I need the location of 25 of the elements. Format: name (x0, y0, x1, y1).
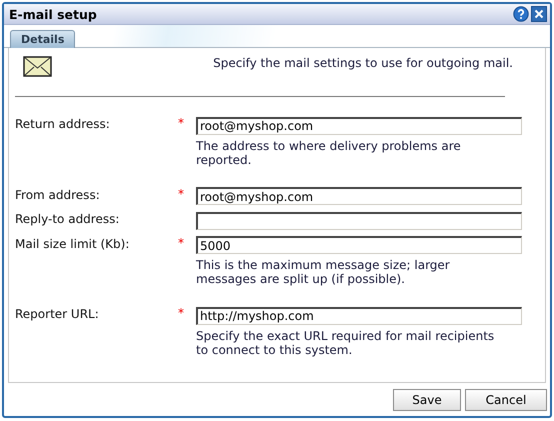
field-label: Reply-to address: (15, 211, 120, 228)
field-label: Return address: (15, 116, 111, 133)
input-field[interactable]: root@myshop.com (196, 187, 522, 205)
field-label: Mail size limit (Kb): (15, 236, 130, 252)
help-text: The address to where delivery problems are reported. (196, 138, 462, 166)
tab[interactable]: Details (10, 30, 76, 48)
input-field[interactable]: 5000 (196, 236, 522, 254)
required-marker: * (178, 234, 185, 252)
help-text: This is the maximum message size; larger messages are split up (if possible). (196, 258, 451, 286)
help-text: Specify the exact URL required for mail recipients to connect to this system. (196, 328, 496, 356)
save-button[interactable]: Save (393, 388, 461, 410)
field-label: From address: (15, 186, 101, 204)
required-marker: * (178, 186, 185, 202)
help-icon[interactable] (513, 6, 529, 22)
input-field[interactable]: http://myshop.com (196, 306, 522, 324)
required-marker: * (178, 305, 185, 322)
field-label: Reporter URL: (15, 306, 100, 323)
envelope-icon (23, 56, 53, 78)
window-title: E-mail setup (9, 6, 97, 22)
input-field[interactable]: root@myshop.com (196, 116, 522, 134)
required-marker: * (178, 115, 185, 132)
input-field[interactable] (196, 212, 522, 230)
cancel-button[interactable]: Cancel (465, 388, 547, 410)
intro-text: Specify the mail settings to use for outgoing mail. (213, 56, 513, 72)
close-icon[interactable] (531, 6, 547, 22)
